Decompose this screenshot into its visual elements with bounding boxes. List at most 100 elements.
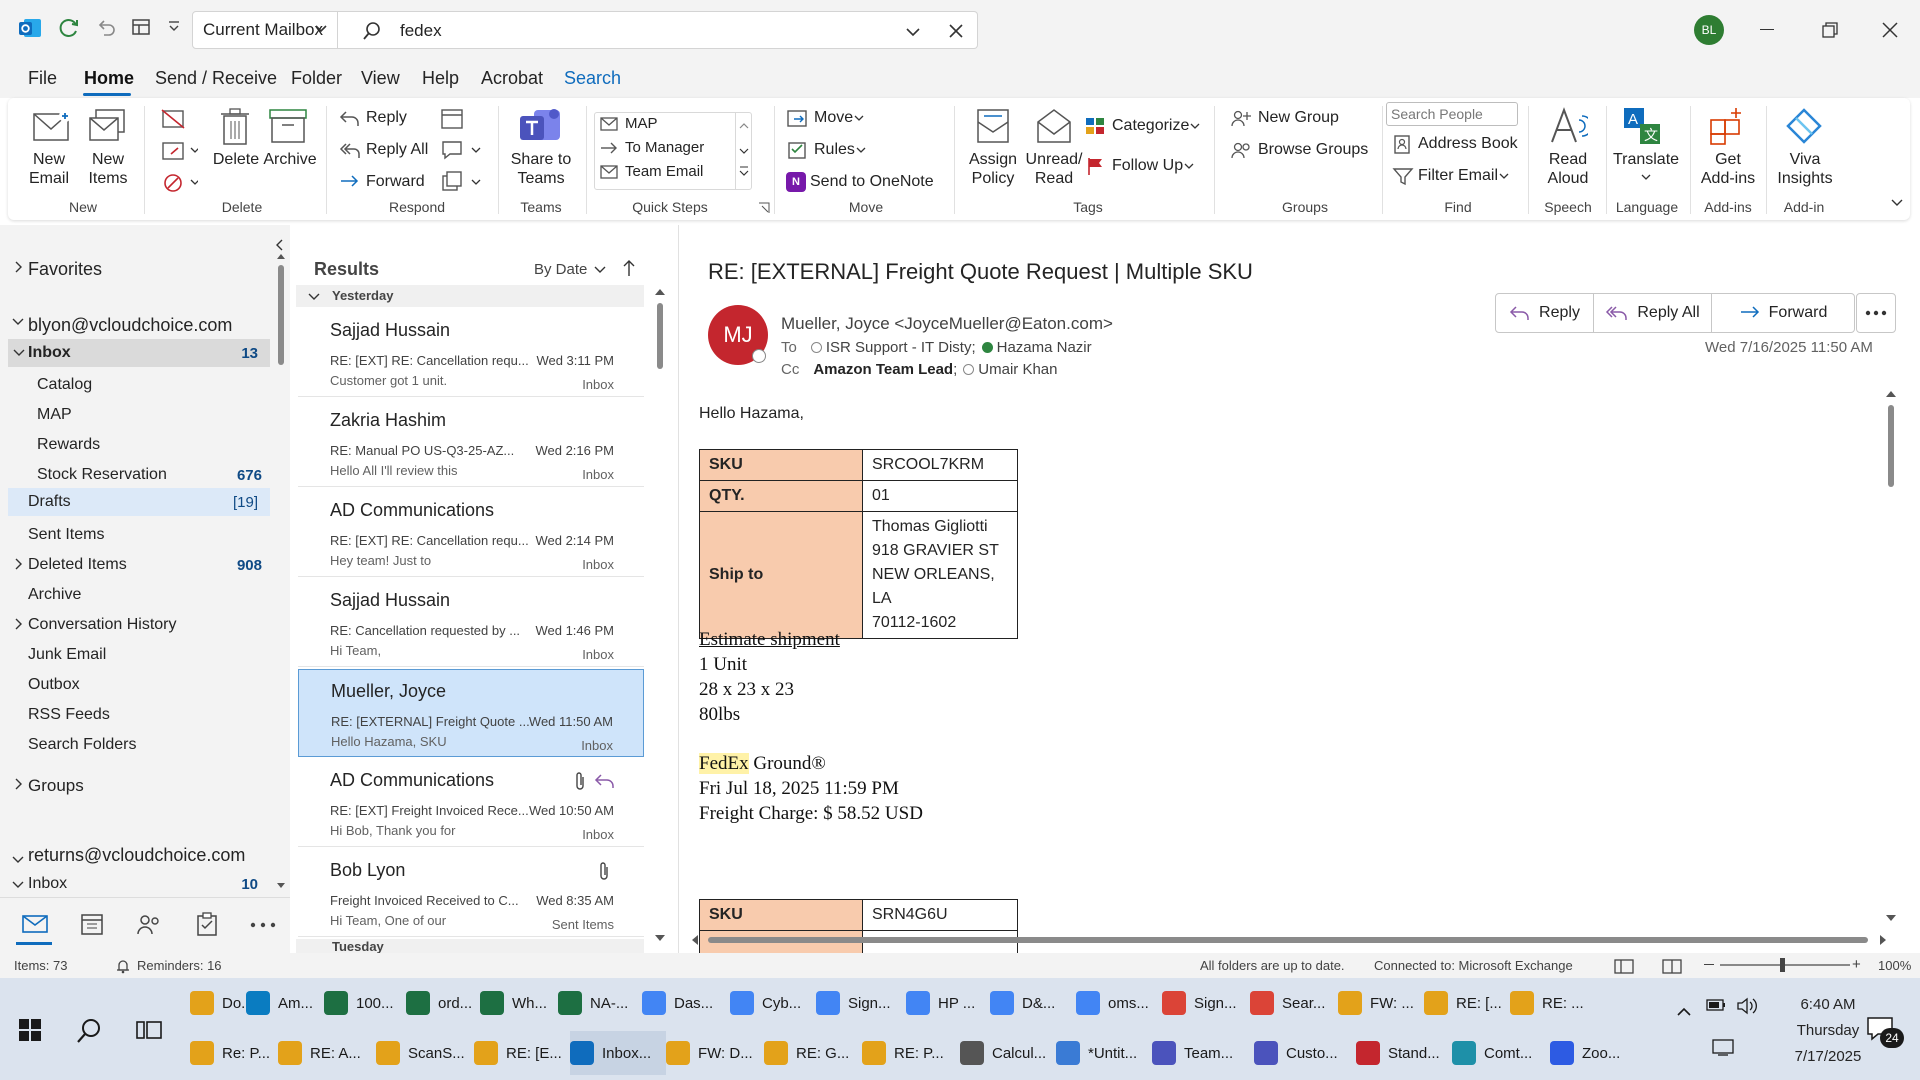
clean-up-icon[interactable] xyxy=(158,138,198,164)
task-view-icon[interactable] xyxy=(136,1018,162,1042)
sort-direction-icon[interactable] xyxy=(622,259,636,277)
taskbar-app-button[interactable]: Re: P... xyxy=(190,1031,278,1075)
calendar-module-icon[interactable] xyxy=(80,912,104,936)
tasks-module-icon[interactable] xyxy=(196,912,218,936)
message-item[interactable]: AD Communications RE: [EXT] Freight Invo… xyxy=(298,759,644,847)
archive-button[interactable]: Archive xyxy=(262,150,318,169)
move-button[interactable]: Move xyxy=(786,106,865,130)
taskbar-app-button[interactable]: Calcul... xyxy=(960,1031,1056,1075)
group-header-yesterday[interactable]: Yesterday xyxy=(296,285,644,307)
taskbar-app-button[interactable]: Team... xyxy=(1152,1031,1254,1075)
taskbar-app-button[interactable]: Am... xyxy=(246,981,324,1025)
search-scope-dropdown[interactable]: Current Mailbox xyxy=(192,11,338,49)
normal-view-icon[interactable] xyxy=(1614,958,1634,974)
taskbar-app-button[interactable]: FW: D... xyxy=(666,1031,764,1075)
customize-toolbar-icon[interactable] xyxy=(167,20,181,34)
clock-day[interactable]: Thursday xyxy=(1778,1022,1878,1039)
taskbar-app-button[interactable]: Sear... xyxy=(1250,981,1338,1025)
taskbar-app-button[interactable]: RE: [... xyxy=(1424,981,1510,1025)
viva-insights-button[interactable]: Viva Insights xyxy=(1768,150,1842,188)
quick-step-team-email[interactable]: Team Email xyxy=(599,163,703,180)
reading-view-icon[interactable] xyxy=(1662,958,1682,974)
taskbar-app-button[interactable]: *Untit... xyxy=(1056,1031,1152,1075)
taskbar-app-button[interactable]: Wh... xyxy=(480,981,558,1025)
chevron-down-icon[interactable] xyxy=(13,348,25,358)
quick-step-map[interactable]: MAP xyxy=(599,115,658,132)
reading-pane-hscrollbar[interactable] xyxy=(690,933,1890,947)
taskbar-app-button[interactable]: Comt... xyxy=(1452,1031,1550,1075)
new-items-button[interactable]: New Items xyxy=(80,150,136,188)
taskbar-search-icon[interactable] xyxy=(76,1018,102,1044)
read-aloud-button[interactable]: Read Aloud xyxy=(1536,150,1600,188)
folder-conversation-history[interactable]: Conversation History xyxy=(28,616,177,634)
account-header-2[interactable]: returns@vcloudchoice.com xyxy=(28,845,245,866)
folder-rewards[interactable]: Rewards xyxy=(37,436,100,454)
tab-acrobat[interactable]: Acrobat xyxy=(481,68,543,89)
chevron-down-icon[interactable] xyxy=(12,880,24,890)
taskbar-app-button[interactable]: Sign... xyxy=(1162,981,1250,1025)
battery-icon[interactable] xyxy=(1706,998,1726,1012)
taskbar-app-button[interactable]: NA-... xyxy=(558,981,642,1025)
clock-date[interactable]: 7/17/2025 xyxy=(1778,1048,1878,1065)
tab-file[interactable]: File xyxy=(28,68,57,89)
quick-steps-scroll[interactable] xyxy=(735,113,751,189)
reply-button[interactable]: Reply xyxy=(1496,294,1594,332)
folder-outbox[interactable]: Outbox xyxy=(28,676,80,694)
new-group-button[interactable]: New Group xyxy=(1230,106,1339,130)
folder-deleted-items[interactable]: Deleted Items xyxy=(28,556,127,574)
quick-step-to-manager[interactable]: To Manager xyxy=(599,139,704,156)
new-email-button[interactable]: New Email xyxy=(24,150,74,188)
taskbar-app-button[interactable]: Inbox... xyxy=(570,1031,666,1075)
group-header-tuesday[interactable]: Tuesday xyxy=(296,939,644,953)
recipient[interactable]: Hazama Nazir xyxy=(997,339,1092,356)
view-switch-icon[interactable] xyxy=(131,18,151,36)
close-window-icon[interactable] xyxy=(1882,22,1898,38)
minimize-icon[interactable] xyxy=(1760,29,1774,30)
message-item[interactable]: Zakria Hashim RE: Manual PO US-Q3-25-AZ.… xyxy=(298,399,644,487)
ignore-icon[interactable] xyxy=(158,106,188,132)
taskbar-app-button[interactable]: Cyb... xyxy=(730,981,816,1025)
chevron-down-icon[interactable] xyxy=(1640,172,1652,182)
volume-icon[interactable] xyxy=(1736,997,1758,1015)
dialog-launcher-icon[interactable] xyxy=(758,202,770,214)
search-people-input[interactable]: Search People xyxy=(1386,102,1518,126)
search-input[interactable]: fedex xyxy=(338,11,978,49)
chevron-down-icon[interactable] xyxy=(12,317,24,327)
message-item[interactable]: Sajjad Hussain RE: Cancellation requeste… xyxy=(298,579,644,667)
mail-module-icon[interactable] xyxy=(22,914,48,934)
folder-junk-email[interactable]: Junk Email xyxy=(28,646,106,664)
forward-button[interactable]: Forward xyxy=(1712,294,1854,332)
taskbar-app-button[interactable]: oms... xyxy=(1076,981,1162,1025)
tab-send-receive[interactable]: Send / Receive xyxy=(155,68,277,89)
taskbar-app-button[interactable]: Sign... xyxy=(816,981,906,1025)
folder-rss-feeds[interactable]: RSS Feeds xyxy=(28,706,110,724)
sync-icon[interactable] xyxy=(58,17,80,39)
forward-button[interactable]: Forward xyxy=(338,170,425,194)
taskbar-app-button[interactable]: HP ... xyxy=(906,981,990,1025)
taskbar-app-button[interactable]: 100... xyxy=(324,981,406,1025)
tab-folder[interactable]: Folder xyxy=(291,68,342,89)
zoom-out-icon[interactable] xyxy=(1704,964,1714,965)
restore-icon[interactable] xyxy=(1822,22,1838,38)
unread-read-button[interactable]: Unread/Read xyxy=(1022,150,1086,188)
taskbar-app-button[interactable]: Zoo... xyxy=(1550,1031,1620,1075)
search-options-chevron-icon[interactable] xyxy=(906,27,920,37)
folder-inbox[interactable]: Inbox 13 xyxy=(8,339,270,367)
favorites-header[interactable]: Favorites xyxy=(28,259,102,280)
taskbar-app-button[interactable]: FW: ... xyxy=(1338,981,1424,1025)
zoom-slider-thumb[interactable] xyxy=(1780,958,1785,972)
user-avatar[interactable]: BL xyxy=(1694,15,1724,45)
sort-dropdown[interactable]: By Date xyxy=(534,261,607,278)
folder-sent-items[interactable]: Sent Items xyxy=(28,526,104,544)
folder-search-folders[interactable]: Search Folders xyxy=(28,736,137,754)
recipient[interactable]: Amazon Team Lead xyxy=(813,361,953,378)
more-actions-button[interactable] xyxy=(1856,293,1896,333)
delete-button[interactable]: Delete xyxy=(210,150,262,169)
taskbar-app-button[interactable]: RE: G... xyxy=(764,1031,862,1075)
message-item[interactable]: AD Communications RE: [EXT] RE: Cancella… xyxy=(298,489,644,577)
assign-policy-button[interactable]: Assign Policy xyxy=(962,150,1024,188)
taskbar-app-button[interactable]: RE: P... xyxy=(862,1031,960,1075)
collapse-pane-icon[interactable] xyxy=(274,239,284,251)
undo-icon[interactable] xyxy=(96,17,116,37)
send-to-onenote-button[interactable]: N Send to OneNote xyxy=(786,170,934,194)
